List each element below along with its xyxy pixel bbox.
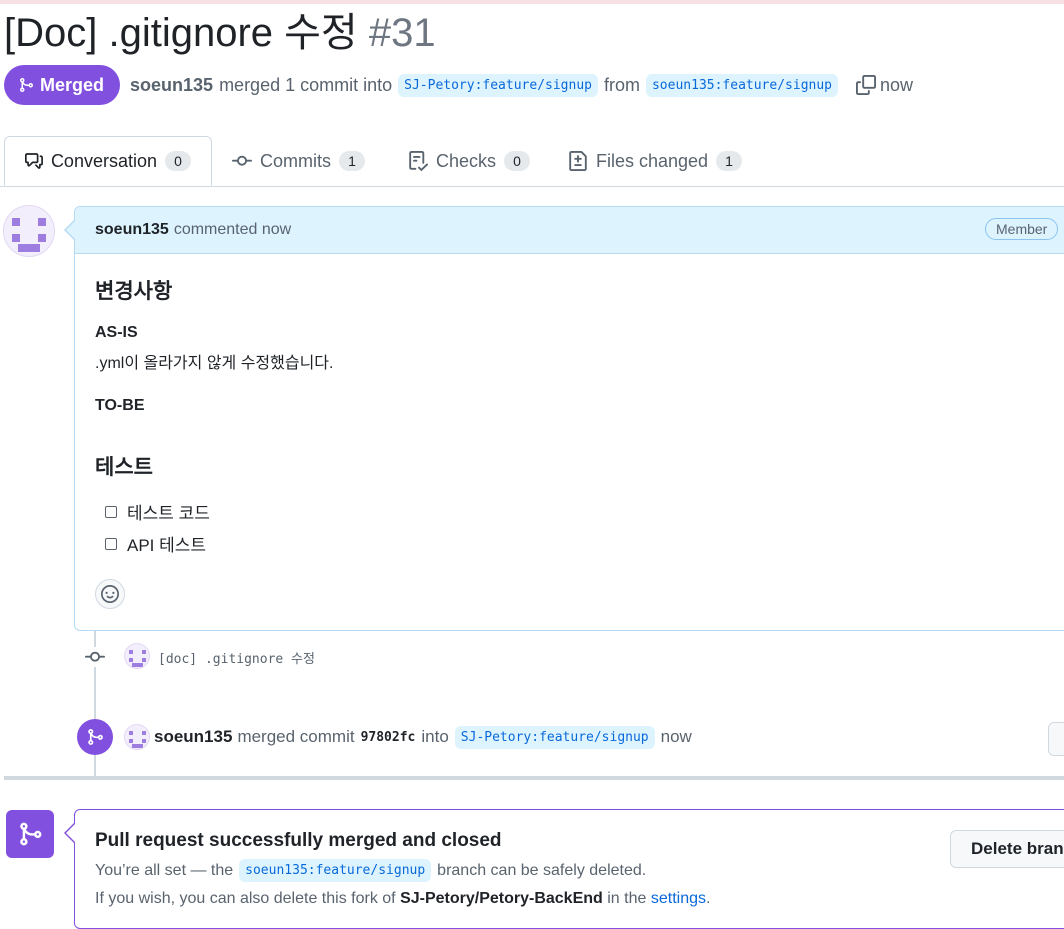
tab-files-changed-label: Files changed (596, 150, 709, 171)
avatar[interactable] (124, 724, 150, 750)
git-merge-icon (77, 719, 113, 755)
merge-event-branch[interactable]: SJ-Petory:feature/signup (454, 725, 655, 749)
heading-changes: 변경사항 (95, 280, 173, 303)
comment-discussion-icon (25, 153, 43, 169)
git-commit-icon (232, 155, 252, 166)
from-text: from (603, 74, 640, 95)
task-label: API 테스트 (127, 536, 207, 555)
delete-branch-button[interactable]: Delete branch (950, 830, 1064, 868)
merge-sub-prefix: You’re all set — the (95, 861, 234, 879)
tab-files-changed[interactable]: Files changed 1 (568, 136, 743, 186)
comment-action: commented now (173, 221, 292, 238)
pr-title-text: [Doc] .gitignore 수정 (4, 11, 358, 55)
merged-state-label: Merged (40, 74, 105, 95)
merged-state-badge: Merged (4, 65, 121, 105)
settings-link[interactable]: settings (651, 890, 706, 907)
revert-button[interactable] (1048, 722, 1064, 756)
merge-sub-branch[interactable]: soeun135:feature/signup (239, 859, 432, 882)
merge-event-author[interactable]: soeun135 (154, 727, 232, 747)
fork-middle: in the (607, 890, 647, 907)
pr-title: [Doc] .gitignore 수정 #31 (4, 8, 436, 58)
file-diff-icon (569, 151, 587, 171)
tab-checks[interactable]: Checks 0 (408, 136, 531, 186)
merge-status-subtitle: You’re all set — the soeun135:feature/si… (95, 859, 646, 882)
checklist-icon (409, 151, 428, 171)
tab-conversation-label: Conversation (50, 150, 157, 171)
tab-files-changed-count: 1 (716, 151, 743, 171)
base-branch-label[interactable]: SJ-Petory:feature/signup (398, 73, 598, 97)
fork-delete-hint: If you wish, you can also delete this fo… (95, 890, 710, 908)
task-checkbox[interactable] (105, 505, 117, 518)
merge-status-title: Pull request successfully merged and clo… (95, 830, 502, 851)
merge-summary-text: merged 1 commit into (219, 74, 393, 95)
tab-commits-label: Commits (260, 150, 331, 171)
task-item: 테스트 코드 (105, 499, 210, 524)
task-item: API 테스트 (105, 531, 206, 556)
tab-conversation-count: 0 (165, 151, 191, 171)
timeline-divider (4, 776, 1064, 780)
merge-box-pointer-inner (66, 824, 75, 842)
heading-test: 테스트 (95, 456, 153, 479)
smiley-icon (101, 585, 119, 603)
comment-pointer-inner (66, 221, 75, 239)
pr-author-link[interactable]: soeun135 (130, 75, 213, 96)
add-reaction-button[interactable] (95, 579, 125, 609)
role-badge: Member (985, 218, 1059, 240)
tab-checks-count: 0 (504, 151, 531, 171)
as-is-text: .yml이 올라가지 않게 수정했습니다. (95, 355, 334, 372)
merge-event-time: now (660, 727, 692, 746)
fork-prefix: If you wish, you can also delete this fo… (95, 890, 396, 907)
merge-event-into: into (421, 727, 449, 746)
merge-status-box: Pull request successfully merged and clo… (74, 809, 1064, 929)
comment-header: soeun135 commented now (75, 207, 1064, 254)
commit-message-link[interactable]: [doc] .gitignore 수정 (158, 648, 315, 667)
head-branch-label[interactable]: soeun135:feature/signup (645, 73, 838, 97)
avatar[interactable] (124, 643, 150, 669)
pr-tabs: Conversation 0 Commits 1 Checks 0 Files … (0, 136, 1064, 187)
top-edge (0, 0, 1064, 4)
task-checkbox[interactable] (105, 537, 117, 550)
tab-commits[interactable]: Commits 1 (232, 136, 365, 186)
merge-event: soeun135 merged commit 97802fc into SJ-P… (154, 724, 692, 750)
comment-author[interactable]: soeun135 (95, 221, 169, 239)
pr-time: now (880, 74, 914, 95)
avatar[interactable] (3, 205, 55, 257)
comment-box: soeun135 commented now Member 변경사항 AS-IS… (74, 206, 1064, 631)
to-be-label: TO-BE (95, 397, 145, 414)
tab-commits-count: 1 (339, 151, 365, 171)
git-commit-icon (85, 647, 105, 667)
commit-sha-link[interactable]: 97802fc (361, 730, 416, 745)
merge-sub-suffix: branch can be safely deleted. (437, 861, 647, 879)
fork-end: . (705, 890, 711, 907)
git-merge-icon (20, 78, 34, 92)
git-merge-icon (6, 810, 54, 858)
pr-state-row: Merged soeun135 merged 1 commit into SJ-… (4, 65, 913, 105)
fork-repo-name: SJ-Petory/Petory-BackEnd (400, 890, 603, 907)
pr-number: #31 (368, 11, 436, 55)
merge-event-text: merged commit (237, 727, 355, 746)
tab-conversation[interactable]: Conversation 0 (4, 136, 212, 186)
task-label: 테스트 코드 (127, 504, 210, 523)
tab-checks-label: Checks (436, 150, 497, 171)
copy-icon[interactable] (856, 75, 876, 95)
as-is-label: AS-IS (95, 324, 138, 341)
